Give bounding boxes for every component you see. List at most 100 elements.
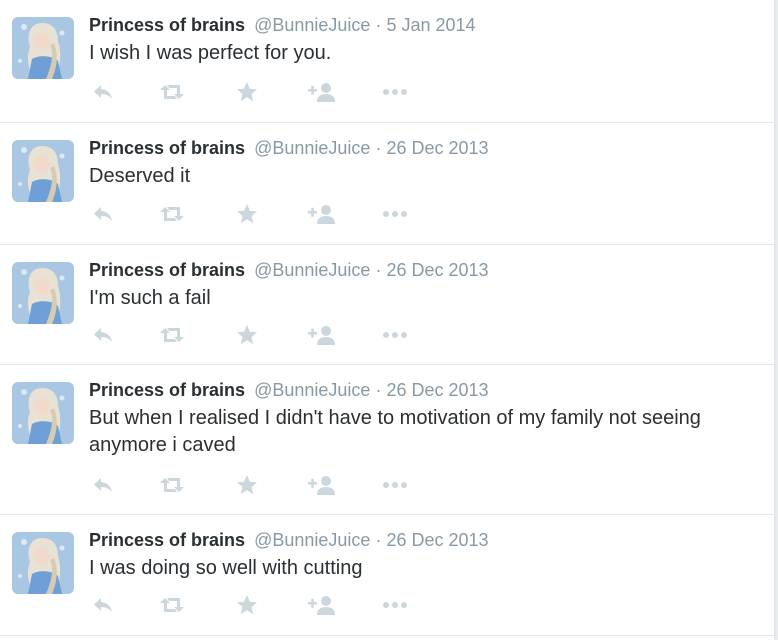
reply-icon [94, 478, 112, 492]
retweet-icon [160, 207, 184, 221]
more-button[interactable] [381, 202, 409, 226]
reply-icon [94, 85, 112, 99]
follow-icon [308, 83, 335, 102]
author-name[interactable]: Princess of brains [89, 530, 245, 550]
author-name[interactable]: Princess of brains [89, 380, 245, 400]
favorite-icon [237, 204, 257, 224]
tweet-timestamp[interactable]: 26 Dec 2013 [386, 260, 488, 280]
favorite-button[interactable] [233, 202, 261, 226]
author-handle[interactable]: @BunnieJuice [254, 15, 370, 35]
separator-dot: · [375, 138, 382, 158]
reply-button[interactable] [89, 80, 117, 104]
tweet-actions [89, 80, 419, 104]
tweet-timestamp[interactable]: 26 Dec 2013 [386, 530, 488, 550]
follow-icon [308, 326, 335, 345]
retweet-button[interactable] [158, 202, 186, 226]
retweet-button[interactable] [158, 593, 186, 617]
tweet-actions [89, 593, 419, 617]
favorite-button[interactable] [233, 593, 261, 617]
follow-button[interactable] [307, 202, 335, 226]
tweet-text: I wish I was perfect for you. [89, 42, 332, 64]
more-icon [383, 482, 407, 488]
tweet-actions [89, 202, 419, 226]
avatar-image [12, 532, 74, 594]
follow-icon [308, 205, 335, 224]
follow-button[interactable] [307, 323, 335, 347]
more-icon [383, 602, 407, 608]
favorite-button[interactable] [233, 323, 261, 347]
avatar[interactable] [12, 140, 74, 202]
tweet-item[interactable]: Princess of brains @BunnieJuice · 26 Dec… [0, 365, 776, 515]
avatar-image [12, 17, 74, 79]
author-handle[interactable]: @BunnieJuice [254, 138, 370, 158]
more-button[interactable] [381, 593, 409, 617]
tweet-text: Deserved it [89, 165, 191, 187]
retweet-icon [160, 85, 184, 99]
more-button[interactable] [381, 80, 409, 104]
reply-button[interactable] [89, 593, 117, 617]
retweet-button[interactable] [158, 473, 186, 497]
more-button[interactable] [381, 323, 409, 347]
retweet-button[interactable] [158, 80, 186, 104]
author-name[interactable]: Princess of brains [89, 260, 245, 280]
favorite-icon [237, 475, 257, 495]
author-handle[interactable]: @BunnieJuice [254, 380, 370, 400]
tweet-actions [89, 473, 419, 497]
avatar[interactable] [12, 532, 74, 594]
retweet-icon [160, 478, 184, 492]
tweet-item[interactable]: Princess of brains @BunnieJuice · 26 Dec… [0, 123, 776, 245]
reply-button[interactable] [89, 473, 117, 497]
follow-icon [308, 596, 335, 615]
tweet-header: Princess of brains @BunnieJuice · 26 Dec… [89, 529, 489, 551]
reply-icon [94, 598, 112, 612]
tweet-item[interactable]: Princess of brains @BunnieJuice · 5 Jan … [0, 0, 776, 123]
tweet-timeline: Princess of brains @BunnieJuice · 5 Jan … [0, 0, 776, 640]
tweet-timestamp[interactable]: 5 Jan 2014 [386, 15, 475, 35]
more-icon [383, 89, 407, 95]
retweet-icon [160, 328, 184, 342]
tweet-item[interactable]: Princess of brains @BunnieJuice · 26 Dec… [0, 245, 776, 365]
favorite-icon [237, 595, 257, 615]
retweet-icon [160, 598, 184, 612]
tweet-timestamp[interactable]: 26 Dec 2013 [386, 138, 488, 158]
separator-dot: · [375, 380, 382, 400]
follow-icon [308, 476, 335, 495]
follow-button[interactable] [307, 473, 335, 497]
retweet-button[interactable] [158, 323, 186, 347]
favorite-button[interactable] [233, 473, 261, 497]
follow-button[interactable] [307, 593, 335, 617]
more-button[interactable] [381, 473, 409, 497]
reply-icon [94, 207, 112, 221]
more-icon [383, 332, 407, 338]
separator-dot: · [375, 530, 382, 550]
avatar-image [12, 262, 74, 324]
follow-button[interactable] [307, 80, 335, 104]
avatar[interactable] [12, 382, 74, 444]
tweet-text: I'm such a fail [89, 287, 211, 309]
tweet-item[interactable]: Princess of brains @BunnieJuice · 26 Dec… [0, 515, 776, 636]
avatar-image [12, 140, 74, 202]
tweet-timestamp[interactable]: 26 Dec 2013 [386, 380, 488, 400]
more-icon [383, 211, 407, 217]
author-name[interactable]: Princess of brains [89, 138, 245, 158]
tweet-header: Princess of brains @BunnieJuice · 26 Dec… [89, 259, 489, 281]
favorite-icon [237, 82, 257, 102]
reply-icon [94, 328, 112, 342]
avatar-image [12, 382, 74, 444]
tweet-text: But when I realised I didn't have to mot… [89, 407, 701, 456]
favorite-button[interactable] [233, 80, 261, 104]
avatar[interactable] [12, 17, 74, 79]
author-handle[interactable]: @BunnieJuice [254, 530, 370, 550]
separator-dot: · [375, 260, 382, 280]
tweet-actions [89, 323, 419, 347]
reply-button[interactable] [89, 202, 117, 226]
avatar[interactable] [12, 262, 74, 324]
reply-button[interactable] [89, 323, 117, 347]
separator-dot: · [375, 15, 382, 35]
tweet-text: I was doing so well with cutting [89, 557, 363, 579]
tweet-header: Princess of brains @BunnieJuice · 26 Dec… [89, 379, 489, 401]
tweet-header: Princess of brains @BunnieJuice · 26 Dec… [89, 137, 489, 159]
author-name[interactable]: Princess of brains [89, 15, 245, 35]
author-handle[interactable]: @BunnieJuice [254, 260, 370, 280]
favorite-icon [237, 325, 257, 345]
